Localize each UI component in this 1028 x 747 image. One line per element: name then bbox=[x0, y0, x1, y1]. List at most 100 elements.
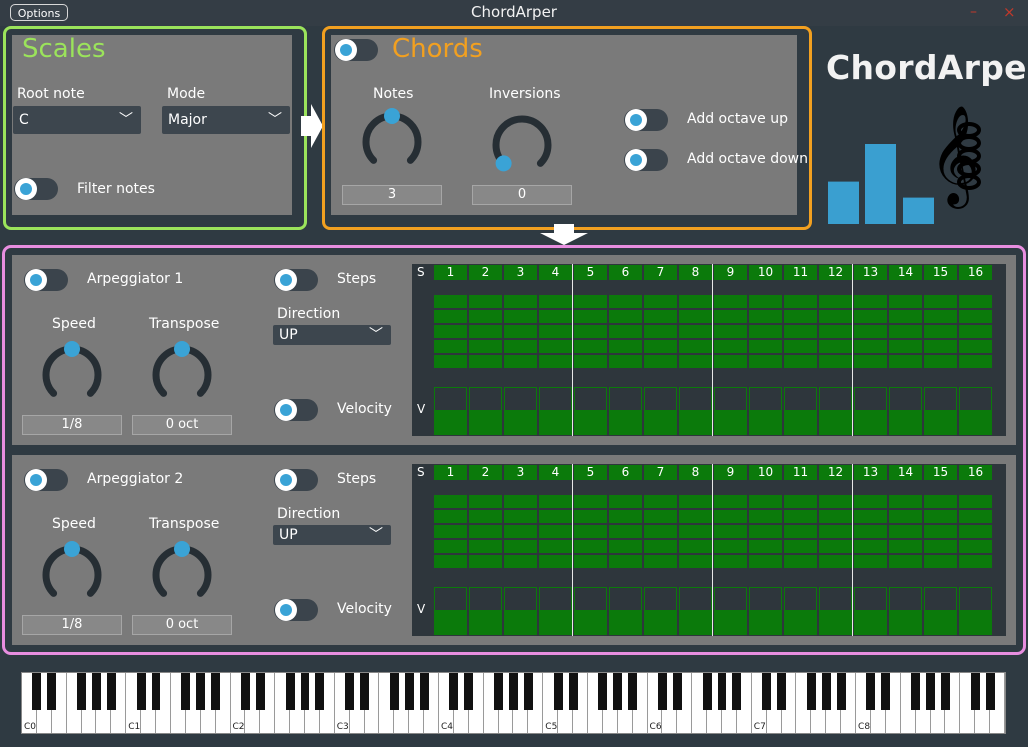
arp1-direction-select[interactable]: UP ﹀ bbox=[273, 325, 391, 345]
piano-black-key[interactable] bbox=[672, 673, 682, 710]
step-note-cell[interactable] bbox=[749, 310, 782, 323]
piano-black-key[interactable] bbox=[181, 673, 191, 710]
step-note-cell[interactable] bbox=[469, 340, 502, 353]
velocity-cell-empty[interactable] bbox=[539, 587, 572, 611]
velocity-cell-fill[interactable] bbox=[889, 411, 922, 435]
add-octave-down-toggle[interactable] bbox=[624, 149, 668, 171]
step-note-cell[interactable] bbox=[609, 525, 642, 538]
velocity-cell-empty[interactable] bbox=[854, 587, 887, 611]
arp1-speed-knob[interactable] bbox=[41, 341, 103, 406]
velocity-cell-fill[interactable] bbox=[644, 411, 677, 435]
step-note-cell[interactable] bbox=[959, 495, 992, 508]
velocity-cell-empty[interactable] bbox=[644, 587, 677, 611]
piano-black-key[interactable] bbox=[389, 673, 399, 710]
add-octave-up-toggle[interactable] bbox=[624, 109, 668, 131]
piano-keyboard[interactable]: C0 C1 C2 C3 C4 C5 C6 C7 C8 bbox=[21, 672, 1006, 734]
step-note-cell[interactable] bbox=[819, 340, 852, 353]
step-note-cell[interactable] bbox=[574, 340, 607, 353]
velocity-cell-fill[interactable] bbox=[539, 611, 572, 635]
velocity-cell-fill[interactable] bbox=[644, 611, 677, 635]
piano-black-key[interactable] bbox=[806, 673, 816, 710]
step-note-cell[interactable] bbox=[469, 495, 502, 508]
step-note-cell[interactable] bbox=[889, 295, 922, 308]
step-note-cell[interactable] bbox=[959, 525, 992, 538]
step-note-cell[interactable] bbox=[784, 540, 817, 553]
step-note-cell[interactable] bbox=[749, 510, 782, 523]
piano-black-key[interactable] bbox=[151, 673, 161, 710]
step-note-cell[interactable] bbox=[504, 340, 537, 353]
piano-black-key[interactable] bbox=[77, 673, 87, 710]
step-note-cell[interactable] bbox=[679, 325, 712, 338]
piano-black-key[interactable] bbox=[926, 673, 935, 710]
step-note-cell[interactable] bbox=[434, 295, 467, 308]
step-note-cell[interactable] bbox=[469, 540, 502, 553]
step-note-cell[interactable] bbox=[539, 555, 572, 568]
piano-black-key[interactable] bbox=[315, 673, 325, 710]
velocity-cell-fill[interactable] bbox=[539, 411, 572, 435]
step-note-cell[interactable] bbox=[609, 340, 642, 353]
arp2-transpose-knob[interactable] bbox=[151, 541, 213, 606]
velocity-cell-empty[interactable] bbox=[434, 387, 467, 411]
step-note-cell[interactable] bbox=[714, 510, 747, 523]
inversions-knob[interactable] bbox=[491, 114, 553, 176]
velocity-cell-empty[interactable] bbox=[749, 387, 782, 411]
piano-black-key[interactable] bbox=[657, 673, 667, 710]
step-note-cell[interactable] bbox=[959, 355, 992, 368]
step-note-cell[interactable] bbox=[469, 325, 502, 338]
velocity-cell-fill[interactable] bbox=[469, 611, 502, 635]
step-note-cell[interactable] bbox=[714, 540, 747, 553]
step-note-cell[interactable] bbox=[504, 510, 537, 523]
step-note-cell[interactable] bbox=[539, 525, 572, 538]
step-note-cell[interactable] bbox=[574, 495, 607, 508]
piano-black-key[interactable] bbox=[300, 673, 310, 710]
step-note-cell[interactable] bbox=[434, 325, 467, 338]
step-note-cell[interactable] bbox=[434, 540, 467, 553]
step-note-cell[interactable] bbox=[854, 325, 887, 338]
arp2-speed-knob[interactable] bbox=[41, 541, 103, 606]
arp2-steps-toggle[interactable] bbox=[274, 469, 318, 491]
velocity-cell-fill[interactable] bbox=[959, 411, 992, 435]
step-note-cell[interactable] bbox=[854, 510, 887, 523]
step-note-cell[interactable] bbox=[854, 355, 887, 368]
velocity-cell-fill[interactable] bbox=[609, 611, 642, 635]
step-note-cell[interactable] bbox=[749, 325, 782, 338]
step-note-cell[interactable] bbox=[749, 295, 782, 308]
step-note-cell[interactable] bbox=[819, 540, 852, 553]
step-note-cell[interactable] bbox=[714, 355, 747, 368]
velocity-cell-fill[interactable] bbox=[784, 611, 817, 635]
piano-black-key[interactable] bbox=[32, 673, 42, 710]
piano-black-key[interactable] bbox=[240, 673, 250, 710]
piano-black-key[interactable] bbox=[881, 673, 891, 710]
step-note-cell[interactable] bbox=[434, 495, 467, 508]
arp1-velocity-toggle[interactable] bbox=[274, 399, 318, 421]
velocity-cell-fill[interactable] bbox=[434, 411, 467, 435]
velocity-cell-fill[interactable] bbox=[434, 611, 467, 635]
piano-black-key[interactable] bbox=[523, 673, 533, 710]
velocity-cell-fill[interactable] bbox=[574, 611, 607, 635]
velocity-cell-fill[interactable] bbox=[749, 411, 782, 435]
step-note-cell[interactable] bbox=[924, 510, 957, 523]
velocity-cell-empty[interactable] bbox=[854, 387, 887, 411]
piano-black-key[interactable] bbox=[196, 673, 206, 710]
piano-black-key[interactable] bbox=[404, 673, 414, 710]
step-note-cell[interactable] bbox=[924, 355, 957, 368]
step-note-cell[interactable] bbox=[959, 555, 992, 568]
velocity-cell-fill[interactable] bbox=[679, 411, 712, 435]
velocity-cell-empty[interactable] bbox=[574, 587, 607, 611]
step-note-cell[interactable] bbox=[749, 540, 782, 553]
step-note-cell[interactable] bbox=[889, 555, 922, 568]
velocity-cell-empty[interactable] bbox=[959, 587, 992, 611]
piano-black-key[interactable] bbox=[419, 673, 429, 710]
piano-black-key[interactable] bbox=[717, 673, 727, 710]
step-note-cell[interactable] bbox=[469, 355, 502, 368]
piano-black-key[interactable] bbox=[821, 673, 831, 710]
step-note-cell[interactable] bbox=[714, 525, 747, 538]
velocity-cell-empty[interactable] bbox=[714, 587, 747, 611]
step-note-cell[interactable] bbox=[854, 540, 887, 553]
piano-black-key[interactable] bbox=[777, 673, 787, 710]
velocity-cell-empty[interactable] bbox=[469, 387, 502, 411]
piano-black-key[interactable] bbox=[106, 673, 116, 710]
step-note-cell[interactable] bbox=[434, 340, 467, 353]
step-note-cell[interactable] bbox=[574, 355, 607, 368]
velocity-cell-empty[interactable] bbox=[924, 587, 957, 611]
